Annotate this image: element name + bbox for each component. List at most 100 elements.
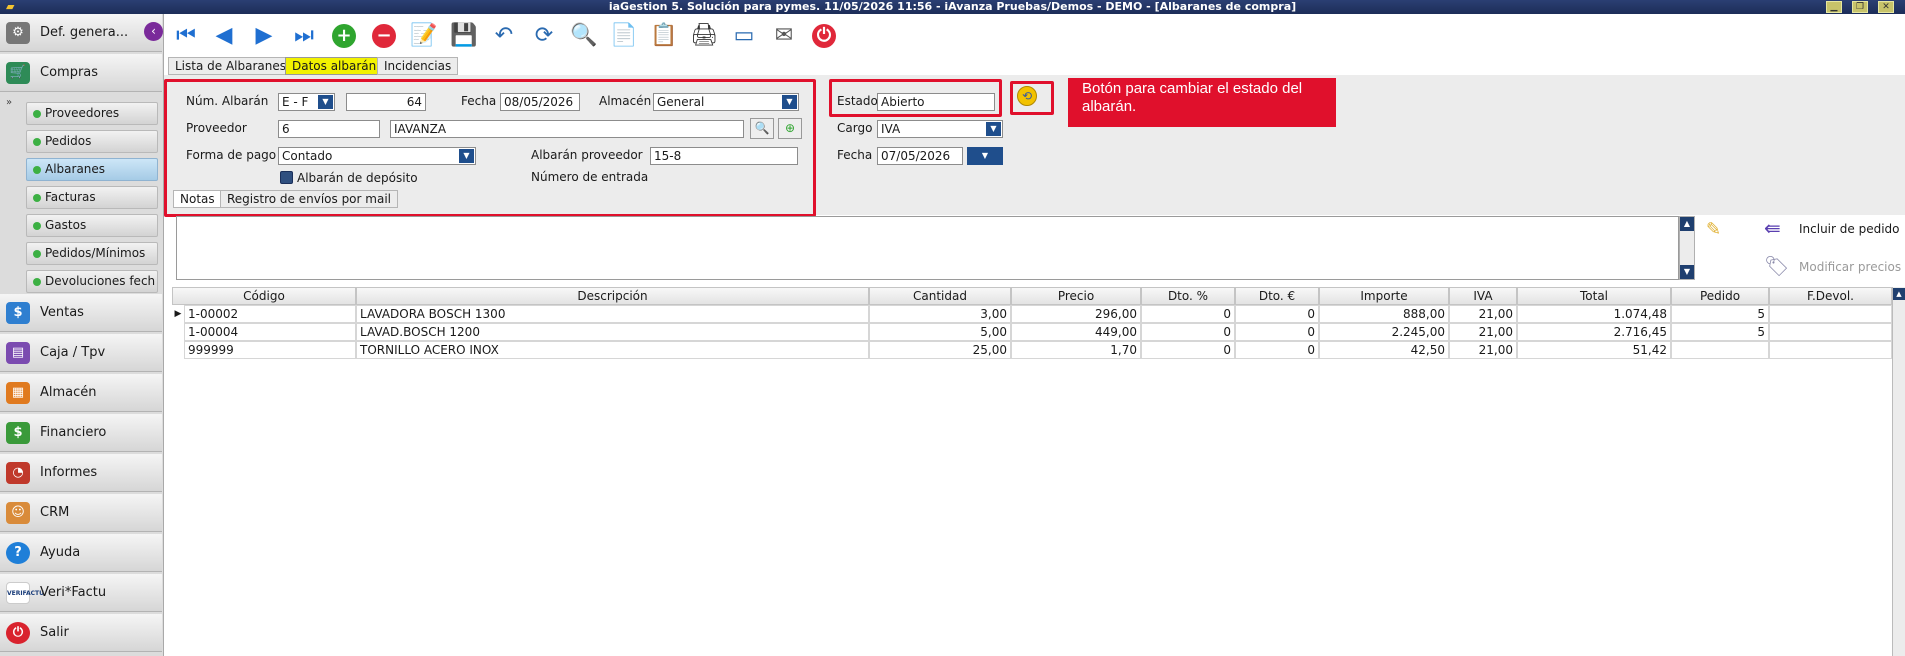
search-document-icon[interactable]: 🔍 [570,22,598,50]
table-cell[interactable]: 51,42 [1517,341,1671,359]
sidebar-item-compras[interactable]: 🛒 Compras [0,54,162,92]
sidebar-item-financiero[interactable]: $ Financiero [0,414,162,452]
close-icon[interactable]: ✕ [1878,1,1894,13]
table-cell[interactable]: 1,70 [1011,341,1141,359]
tab-datos-albaran[interactable]: Datos albarán [285,57,384,75]
table-cell[interactable]: 25,00 [869,341,1011,359]
table-cell[interactable]: 1-00002 [184,305,356,323]
scroll-up-icon[interactable]: ▲ [1680,217,1694,231]
table-cell[interactable]: 888,00 [1319,305,1449,323]
report-document-icon[interactable]: 📄 [610,22,638,50]
subtab-notas[interactable]: Notas [173,190,222,208]
col-header-cantidad[interactable]: Cantidad [869,287,1011,305]
sidebar-subitem-pedidos[interactable]: Pedidos [26,130,158,153]
sidebar-item-verifactu[interactable]: VERIFACTU Veri*Factu [0,574,162,612]
col-header-pedido[interactable]: Pedido [1671,287,1769,305]
table-cell[interactable]: 1-00004 [184,323,356,341]
table-cell[interactable]: 42,50 [1319,341,1449,359]
refresh-icon[interactable]: ⟳ [530,22,558,50]
table-cell[interactable]: 0 [1235,341,1319,359]
sidebar-subitem-albaranes[interactable]: Albaranes [26,158,158,181]
add-icon[interactable]: + [332,24,356,48]
sidebar-item-salir[interactable]: ⏻ Salir [0,614,162,652]
estado-input[interactable]: Abierto [877,93,995,111]
sidebar-item-ayuda[interactable]: ? Ayuda [0,534,162,572]
almacen-dropdown-icon[interactable]: ▼ [782,95,797,109]
sidebar-item-crm[interactable]: ☺ CRM [0,494,162,532]
sidebar-item-caja[interactable]: ▤ Caja / Tpv [0,334,162,372]
tab-incidencias[interactable]: Incidencias [377,57,459,75]
cargo-dropdown-icon[interactable]: ▼ [986,122,1001,136]
col-header-fdevol[interactable]: F.Devol. [1769,287,1892,305]
sidebar-item-almacen[interactable]: ▦ Almacén [0,374,162,412]
col-header-dto-eur[interactable]: Dto. € [1235,287,1319,305]
search-add-icon[interactable]: ⊕ [778,118,802,139]
power-off-icon[interactable]: ⏻ [812,24,836,48]
sidebar-subitem-gastos[interactable]: Gastos [26,214,158,237]
serie-dropdown-icon[interactable]: ▼ [318,95,333,109]
forma-pago-select[interactable]: Contado [278,147,476,165]
table-cell[interactable]: LAVADORA BOSCH 1300 [356,305,869,323]
table-cell[interactable]: 0 [1141,305,1235,323]
pencil-icon[interactable]: ✎ [1706,219,1721,240]
table-cell[interactable]: 5,00 [869,323,1011,341]
almacen-select[interactable]: General [653,93,799,111]
collapse-icon[interactable]: » [6,97,12,108]
table-cell[interactable] [1769,305,1892,323]
albaran-proveedor-input[interactable]: 15-8 [650,147,798,165]
minimize-icon[interactable]: ▁ [1826,1,1842,13]
print-icon[interactable]: 🖨 [690,22,718,50]
table-cell[interactable]: 449,00 [1011,323,1141,341]
sidebar-item-ventas[interactable]: $ Ventas [0,294,162,332]
first-record-icon[interactable]: ⏮ [172,22,200,50]
col-header-iva[interactable]: IVA [1449,287,1517,305]
sidebar-subitem-devoluciones[interactable]: Devoluciones fech [26,270,158,293]
table-cell[interactable]: 0 [1235,323,1319,341]
restore-icon[interactable]: ❐ [1852,1,1868,13]
grid-scroll-up-icon[interactable]: ▲ [1893,288,1905,300]
sidebar-item-def-general[interactable]: ⚙ Def. genera... [0,14,162,52]
edit-document-icon[interactable]: 📝 [410,22,438,50]
col-header-importe[interactable]: Importe [1319,287,1449,305]
incluir-pedido-icon[interactable]: ⇚ [1764,216,1781,240]
table-cell[interactable]: 2.716,45 [1517,323,1671,341]
proveedor-nombre-input[interactable]: IAVANZA [390,120,744,138]
tab-lista-albaranes[interactable]: Lista de Albaranes [168,57,293,75]
sidebar-item-informes[interactable]: ◔ Informes [0,454,162,492]
deposito-checkbox[interactable] [280,171,293,184]
table-cell[interactable]: 21,00 [1449,341,1517,359]
table-cell[interactable] [1769,323,1892,341]
table-cell[interactable]: 999999 [184,341,356,359]
col-header-total[interactable]: Total [1517,287,1671,305]
notes-textarea[interactable] [176,216,1679,280]
numero-input[interactable]: 64 [346,93,426,111]
next-record-icon[interactable]: ▶ [250,22,278,50]
table-cell[interactable]: 5 [1671,305,1769,323]
table-cell[interactable]: 5 [1671,323,1769,341]
table-cell[interactable]: 21,00 [1449,323,1517,341]
sidebar-subitem-proveedores[interactable]: Proveedores [26,102,158,125]
scroll-down-icon[interactable]: ▼ [1680,265,1694,279]
undo-icon[interactable]: ↶ [490,22,518,50]
col-header-codigo[interactable]: Código [172,287,356,305]
table-cell[interactable]: 3,00 [869,305,1011,323]
proveedor-codigo-input[interactable]: 6 [278,120,380,138]
save-icon[interactable]: 💾 [450,22,478,50]
table-cell[interactable]: 0 [1235,305,1319,323]
last-record-icon[interactable]: ⏭ [290,22,318,50]
copy-document-icon[interactable]: 📋 [650,22,678,50]
grid-scrollbar[interactable] [1892,287,1905,656]
cargo-select[interactable]: IVA [877,120,1003,138]
forma-pago-dropdown-icon[interactable]: ▼ [459,149,474,163]
table-cell[interactable]: 0 [1141,341,1235,359]
incluir-pedido-link[interactable]: Incluir de pedido [1799,221,1900,237]
table-cell[interactable] [1671,341,1769,359]
change-state-icon[interactable]: ⟲ [1017,86,1037,106]
back-arrow-icon[interactable]: ‹ [144,22,163,41]
table-cell[interactable]: 296,00 [1011,305,1141,323]
mail-settings-icon[interactable]: ✉ [770,22,798,50]
subtab-registro-envios[interactable]: Registro de envíos por mail [220,190,398,208]
sidebar-subitem-pedidos-minimos[interactable]: Pedidos/Mínimos [26,242,158,265]
table-cell[interactable]: LAVAD.BOSCH 1200 [356,323,869,341]
table-cell[interactable]: 2.245,00 [1319,323,1449,341]
